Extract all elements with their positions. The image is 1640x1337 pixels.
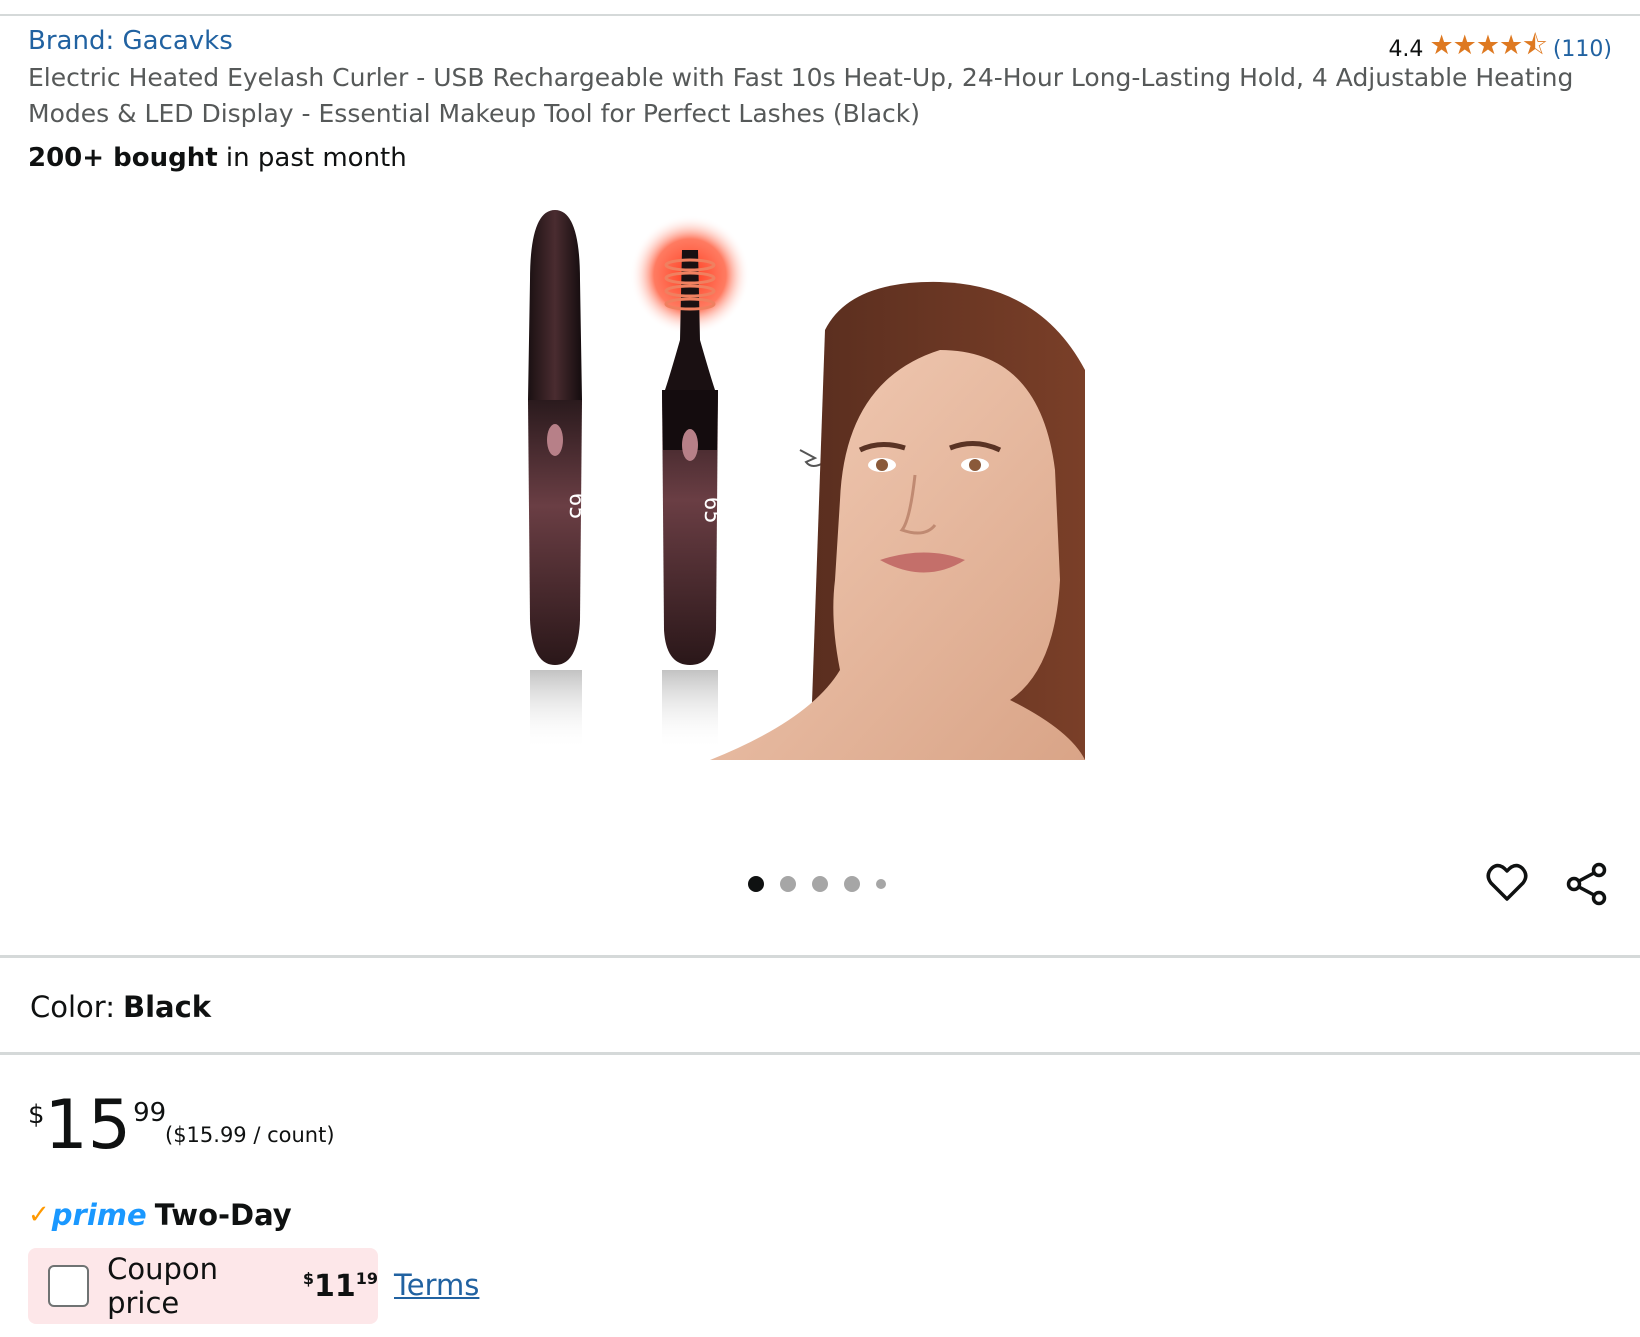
section-divider (0, 1052, 1640, 1055)
coupon-price-fraction: 19 (355, 1268, 378, 1288)
top-divider (0, 14, 1640, 16)
section-divider (0, 955, 1640, 958)
color-selector[interactable]: Color: Black (30, 990, 211, 1024)
color-label: Color: (30, 990, 115, 1024)
coupon-box[interactable]: Coupon price $ 11 19 (28, 1248, 378, 1324)
led-display-text: 65 (564, 493, 589, 520)
image-carousel-dots[interactable] (748, 876, 886, 892)
price-symbol: $ (28, 1100, 45, 1130)
rating-value: 4.4 (1388, 36, 1424, 62)
share-icon[interactable] (1566, 862, 1608, 906)
bought-count-strong: 200+ bought (28, 143, 218, 173)
carousel-dot[interactable] (780, 876, 796, 892)
brand-link[interactable]: Brand: Gacavks (28, 26, 233, 56)
terms-link[interactable]: Terms (394, 1268, 479, 1302)
coupon-label: Coupon price (107, 1252, 218, 1320)
coupon-price-whole: 11 (313, 1268, 356, 1304)
carousel-dot[interactable] (876, 879, 886, 889)
prime-check-icon: ✓ (28, 1200, 50, 1230)
prime-logo: prime (51, 1198, 147, 1232)
price: $ 15 99 (28, 1090, 166, 1162)
heart-icon[interactable] (1486, 862, 1528, 904)
prime-badge: ✓ prime Two-Day (28, 1198, 292, 1232)
carousel-dot[interactable] (844, 876, 860, 892)
unit-price: ($15.99 / count) (165, 1123, 335, 1147)
coupon-checkbox[interactable] (48, 1265, 90, 1307)
led-display-text-2: 65 (699, 497, 724, 524)
carousel-dot[interactable] (748, 876, 764, 892)
coupon-price-symbol: $ (302, 1268, 314, 1288)
bought-count-rest: in past month (217, 143, 407, 173)
coupon-price: $ 11 19 (303, 1269, 378, 1304)
bought-count: 200+ bought in past month (28, 143, 407, 173)
delivery-type: Two-Day (154, 1198, 292, 1232)
product-image[interactable]: 65 65 (510, 200, 1115, 800)
carousel-dot[interactable] (812, 876, 828, 892)
review-count-link[interactable]: (110) (1553, 37, 1612, 62)
product-title: Electric Heated Eyelash Curler - USB Rec… (28, 63, 1574, 128)
price-whole: 15 (44, 1086, 132, 1165)
color-value: Black (122, 990, 212, 1024)
price-fraction: 99 (133, 1098, 167, 1128)
